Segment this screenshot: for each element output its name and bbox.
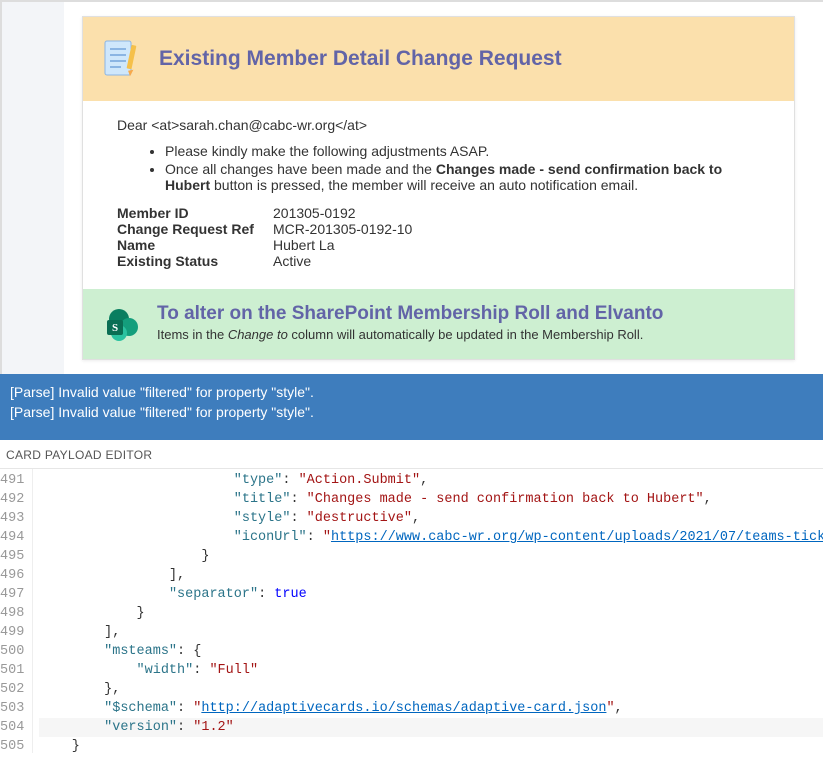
line-number: 497 [0,585,24,604]
detail-value: MCR-201305-0192-10 [273,221,412,237]
line-number: 494 [0,528,24,547]
detail-value: Active [273,253,311,269]
code-line[interactable]: "$schema": "http://adaptivecards.io/sche… [39,699,823,718]
instruction-list: Please kindly make the following adjustm… [117,143,760,193]
line-number: 501 [0,661,24,680]
detail-label: Existing Status [117,253,273,269]
code-line[interactable]: }, [39,680,823,699]
card-header-title: Existing Member Detail Change Request [159,47,562,71]
code-line[interactable]: "separator": true [39,585,823,604]
detail-value: Hubert La [273,237,334,253]
line-number: 500 [0,642,24,661]
instruction-item: Please kindly make the following adjustm… [165,143,760,159]
detail-row: Name Hubert La [117,237,760,253]
sharepoint-icon: S [101,305,141,345]
editor-title: CARD PAYLOAD EDITOR [0,440,823,469]
document-pencil-icon [101,37,145,81]
adaptive-card: Existing Member Detail Change Request De… [82,16,795,360]
code-line[interactable]: "width": "Full" [39,661,823,680]
code-line[interactable]: "iconUrl": "https://www.cabc-wr.org/wp-c… [39,528,823,547]
code-editor[interactable]: 4914924934944954964974984995005015025035… [0,469,823,753]
sharepoint-text: To alter on the SharePoint Membership Ro… [157,303,663,342]
detail-label: Member ID [117,205,273,221]
bullet-text: Once all changes have been made and the [165,161,436,177]
detail-row: Member ID 201305-0192 [117,205,760,221]
line-number: 495 [0,547,24,566]
at-tag-open: <at> [151,117,179,133]
card-preview-pane: Existing Member Detail Change Request De… [0,0,823,374]
greeting-prefix: Dear [117,117,151,133]
detail-label: Name [117,237,273,253]
instruction-item: Once all changes have been made and the … [165,161,760,193]
sharepoint-section: S To alter on the SharePoint Membership … [83,289,794,359]
code-line[interactable]: ], [39,623,823,642]
line-number: 491 [0,471,24,490]
code-line[interactable]: } [39,547,823,566]
detail-row: Change Request Ref MCR-201305-0192-10 [117,221,760,237]
card-body: Dear <at>sarah.chan@cabc-wr.org</at> Ple… [83,101,794,289]
detail-label: Change Request Ref [117,221,273,237]
bullet-text: Please kindly make the following adjustm… [165,143,489,159]
sp-sub-text: column will automatically be updated in … [288,327,644,342]
member-detail-table: Member ID 201305-0192 Change Request Ref… [117,205,760,269]
code-line[interactable]: } [39,737,823,753]
card-header: Existing Member Detail Change Request [83,17,794,101]
line-number: 505 [0,737,24,753]
greeting-line: Dear <at>sarah.chan@cabc-wr.org</at> [117,117,760,133]
line-number-gutter: 4914924934944954964974984995005015025035… [0,469,33,753]
error-message: [Parse] Invalid value "filtered" for pro… [10,402,813,422]
code-content[interactable]: "type": "Action.Submit", "title": "Chang… [33,469,823,753]
code-line[interactable]: "msteams": { [39,642,823,661]
code-line[interactable]: "title": "Changes made - send confirmati… [39,490,823,509]
code-line[interactable]: "type": "Action.Submit", [39,471,823,490]
error-message: [Parse] Invalid value "filtered" for pro… [10,382,813,402]
greeting-email: sarah.chan@cabc-wr.org [179,117,335,133]
line-number: 499 [0,623,24,642]
line-number: 492 [0,490,24,509]
line-number: 498 [0,604,24,623]
detail-value: 201305-0192 [273,205,356,221]
sharepoint-title: To alter on the SharePoint Membership Ro… [157,303,663,325]
code-line[interactable]: "style": "destructive", [39,509,823,528]
sp-sub-text: Items in the [157,327,228,342]
sp-sub-italic: Change to [228,327,288,342]
code-line[interactable]: } [39,604,823,623]
at-tag-close: </at> [335,117,367,133]
sharepoint-subtitle: Items in the Change to column will autom… [157,327,663,342]
line-number: 496 [0,566,24,585]
code-line[interactable]: "version": "1.2" [39,718,823,737]
line-number: 502 [0,680,24,699]
parse-error-panel: [Parse] Invalid value "filtered" for pro… [0,374,823,440]
svg-text:S: S [112,322,118,334]
line-number: 504 [0,718,24,737]
code-line[interactable]: ], [39,566,823,585]
bullet-text: button is pressed, the member will recei… [210,177,638,193]
line-number: 493 [0,509,24,528]
line-number: 503 [0,699,24,718]
preview-gutter [2,2,64,374]
detail-row: Existing Status Active [117,253,760,269]
